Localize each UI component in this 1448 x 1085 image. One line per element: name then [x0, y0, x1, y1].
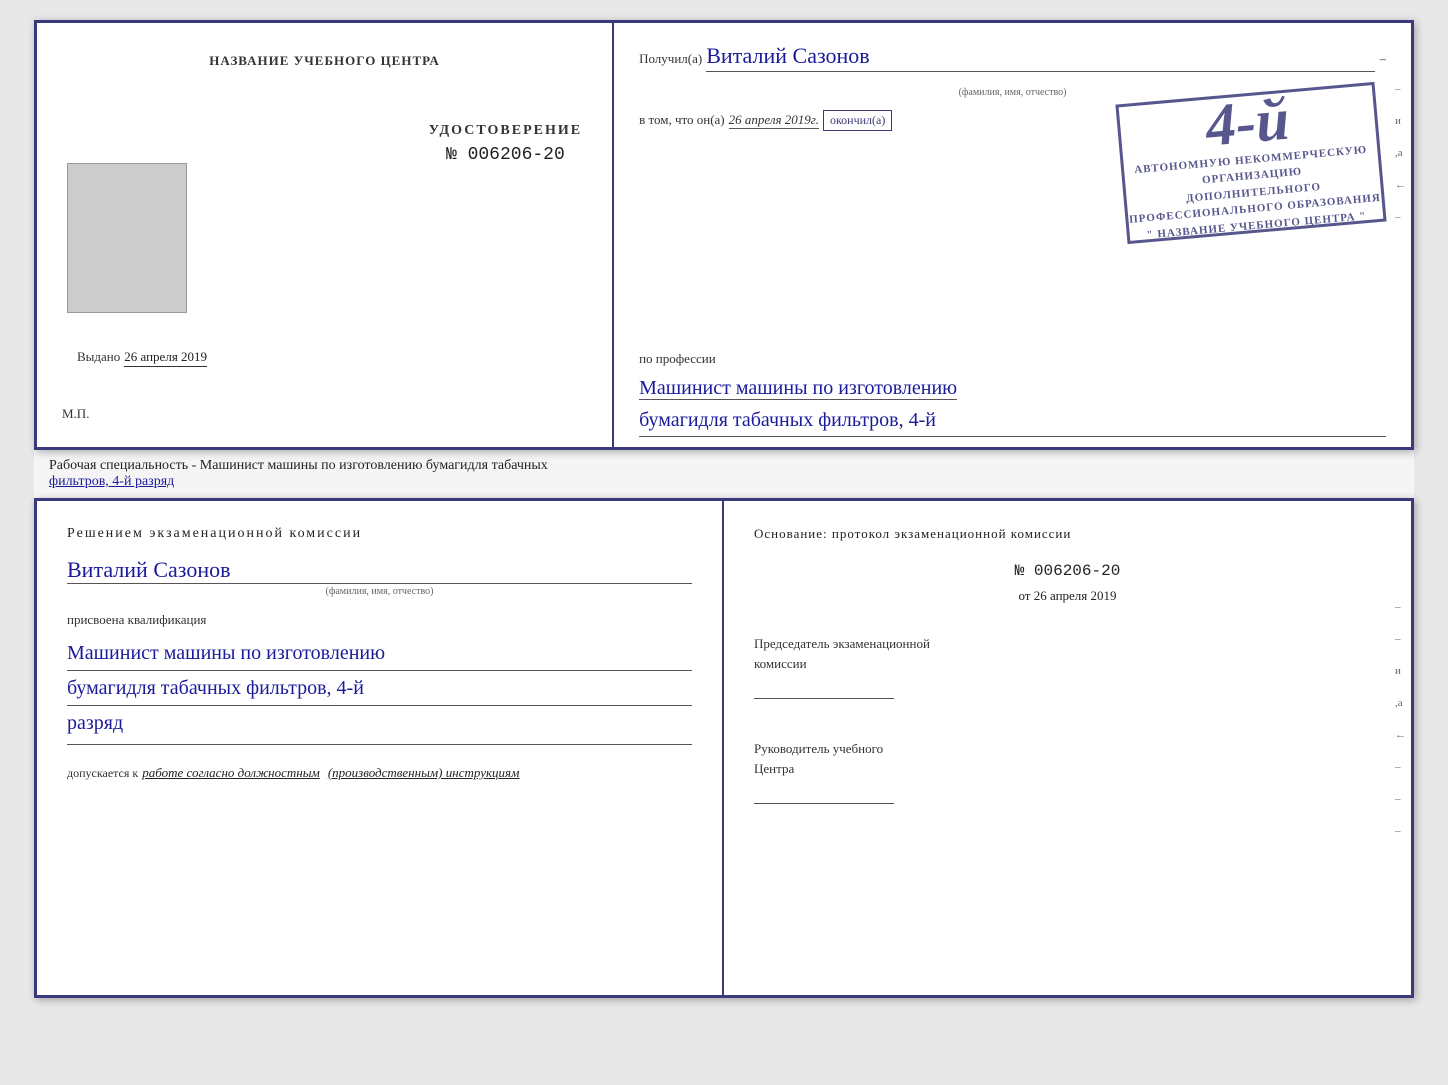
cert-profession-section: по профессии Машинист машины по изготовл… [639, 351, 1386, 447]
cert-okonchil-badge: окончил(а) [823, 110, 892, 131]
cert-issued-label: Выдано [77, 349, 120, 365]
cb-predsedatel-block: Председатель экзаменационной комиссии [754, 634, 1381, 699]
cb-rukovoditel-label2: Центра [754, 761, 794, 776]
middle-text-underlined: фильтров, 4-й разряд [49, 474, 174, 489]
cb-predsedatel-label: Председатель экзаменационной [754, 636, 930, 651]
cert-issued-date: 26 апреля 2019 [124, 349, 207, 367]
cb-rukovoditel-block: Руководитель учебного Центра [754, 739, 1381, 804]
cb-dopusk-text-line1: работе согласно должностным [142, 765, 320, 781]
edge-mark-3: ,а [1395, 147, 1406, 159]
cb-ot-label: от [1018, 588, 1030, 603]
middle-text: Рабочая специальность - Машинист машины … [49, 458, 548, 473]
edge-mark-1: – [1395, 83, 1406, 95]
cert-udost-label: УДОСТОВЕРЕНИЕ [429, 123, 582, 139]
cert-poluchil-line: Получил(а) Виталий Сазонов – [639, 43, 1386, 72]
middle-text-strip: Рабочая специальность - Машинист машины … [34, 450, 1414, 498]
cert-number: № 006206-20 [429, 145, 582, 165]
edge-mark-5: – [1395, 211, 1406, 223]
cert-recipient-name: Виталий Сазонов [706, 43, 1375, 72]
cert-profession-line1: Машинист машины по изготовлению [639, 377, 957, 400]
bottom-edge-1: – [1395, 601, 1406, 613]
cert-mp: М.П. [62, 406, 89, 422]
cb-rukovoditel-signature [754, 803, 894, 804]
cb-rukovoditel-label: Руководитель учебного [754, 741, 883, 756]
cb-predsedatel-label2: комиссии [754, 656, 807, 671]
bottom-edge-5: ← [1395, 729, 1406, 741]
cb-ot-date: 26 апреля 2019 [1034, 588, 1117, 603]
cert-dash: – [1379, 51, 1386, 67]
cert-po-professii-label: по профессии [639, 351, 1386, 367]
certificate-top: НАЗВАНИЕ УЧЕБНОГО ЦЕНТРА УДОСТОВЕРЕНИЕ №… [34, 20, 1414, 450]
stamp-overlay: 4-й АВТОНОМНУЮ НЕКОММЕРЧЕСКУЮ ОРГАНИЗАЦИ… [1115, 82, 1386, 244]
bottom-edge-6: – [1395, 761, 1406, 773]
edge-mark-4: ← [1395, 179, 1406, 191]
bottom-edge-4: ,а [1395, 697, 1406, 709]
right-edge-marks: – и ,а ← – [1395, 83, 1406, 223]
cert-completion-date: 26 апреля 2019г. [729, 112, 819, 129]
cert-bottom-right-panel: Основание: протокол экзаменационной коми… [724, 501, 1411, 995]
edge-mark-2: и [1395, 115, 1406, 127]
cert-udost-block: УДОСТОВЕРЕНИЕ № 006206-20 [429, 123, 582, 165]
cb-recipient-name: Виталий Сазонов [67, 557, 692, 584]
cb-qual-line1: Машинист машины по изготовлению [67, 636, 692, 671]
bottom-edge-8: – [1395, 825, 1406, 837]
cb-dopuskaetsya-label: допускается к [67, 766, 138, 781]
cb-prisvoena-label: присвоена квалификация [67, 612, 692, 628]
cb-dopuskaetsya-block: допускается к работе согласно должностны… [67, 765, 692, 781]
cert-center-name: НАЗВАНИЕ УЧЕБНОГО ЦЕНТРА [209, 53, 440, 69]
cert-issued-line: Выдано 26 апреля 2019 [77, 349, 592, 367]
cb-osnov-label: Основание: протокол экзаменационной коми… [754, 526, 1381, 542]
cb-protocol-number: № 006206-20 [754, 562, 1381, 580]
cb-name-subtitle: (фамилия, имя, отчество) [67, 586, 692, 597]
cert-right-panel: Получил(а) Виталий Сазонов – (фамилия, и… [614, 23, 1411, 447]
bottom-edge-7: – [1395, 793, 1406, 805]
cert-poluchil-label: Получил(а) [639, 51, 702, 67]
cb-protocol-date: от 26 апреля 2019 [754, 588, 1381, 604]
bottom-edge-2: – [1395, 633, 1406, 645]
cb-predsedatel-signature [754, 698, 894, 699]
cert-photo [67, 163, 187, 313]
bottom-right-edge-marks: – – и ,а ← – – – [1395, 601, 1406, 837]
stamp-number: 4-й [1203, 88, 1291, 155]
cb-title: Решением экзаменационной комиссии [67, 526, 692, 542]
cert-bottom-left-panel: Решением экзаменационной комиссии Витали… [37, 501, 724, 995]
cb-qual-line2: бумагидля табачных фильтров, 4-й [67, 671, 692, 706]
bottom-edge-3: и [1395, 665, 1406, 677]
cert-profession-line2: бумагидля табачных фильтров, 4-й [639, 404, 1386, 437]
cb-dopusk-text-line2: (производственным) инструкциям [328, 765, 520, 781]
cert-vtom-label: в том, что он(а) [639, 112, 725, 128]
cert-profession-line3: разряд [639, 442, 695, 447]
cert-left-panel: НАЗВАНИЕ УЧЕБНОГО ЦЕНТРА УДОСТОВЕРЕНИЕ №… [37, 23, 614, 447]
cb-qual-line3: разряд [67, 706, 692, 740]
certificate-bottom: Решением экзаменационной комиссии Витали… [34, 498, 1414, 998]
